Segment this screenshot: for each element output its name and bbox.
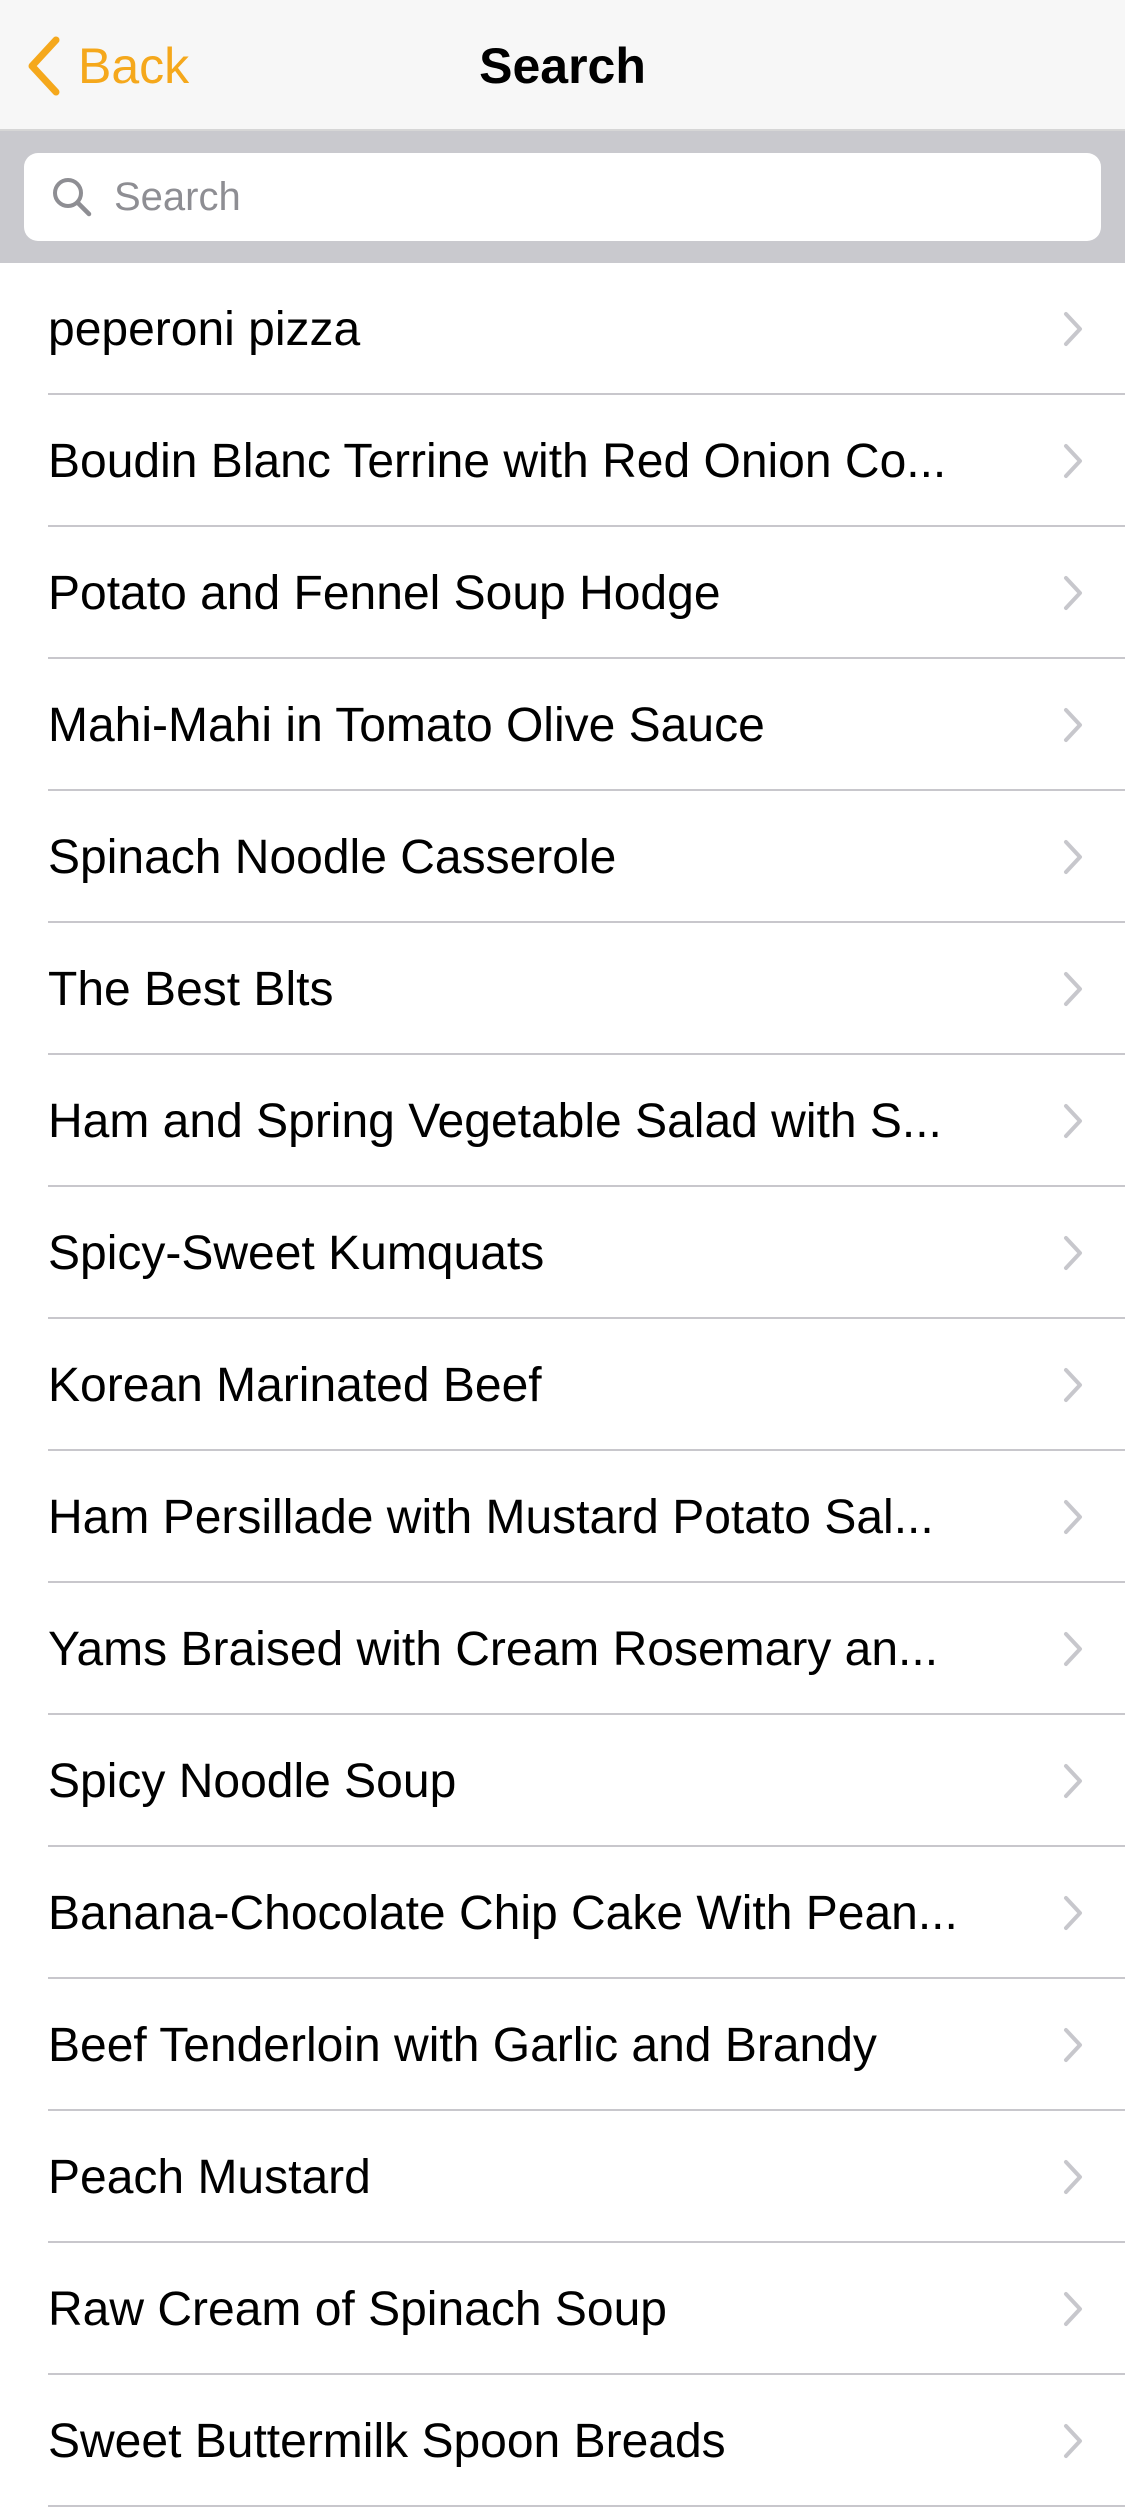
chevron-left-icon <box>24 34 64 98</box>
search-icon <box>50 175 94 219</box>
list-item-label: Sweet Buttermilk Spoon Breads <box>48 2414 726 2468</box>
list-item[interactable]: Mahi-Mahi in Tomato Olive Sauce <box>0 659 1125 791</box>
list-item[interactable]: Ham and Spring Vegetable Salad with S... <box>0 1055 1125 1187</box>
list-item-label: Peach Mustard <box>48 2150 371 2204</box>
chevron-right-icon <box>1061 967 1085 1011</box>
chevron-right-icon <box>1061 2023 1085 2067</box>
chevron-right-icon <box>1061 2419 1085 2463</box>
list-item[interactable]: Beef Tenderloin with Garlic and Brandy <box>0 1979 1125 2111</box>
list-item[interactable]: Yams Braised with Cream Rosemary an... <box>0 1583 1125 1715</box>
list-item-label: Beef Tenderloin with Garlic and Brandy <box>48 2018 877 2072</box>
list-item[interactable]: Peach Mustard <box>0 2111 1125 2243</box>
list-item-label: Potato and Fennel Soup Hodge <box>48 566 721 620</box>
list-item[interactable]: Raw Cream of Spinach Soup <box>0 2243 1125 2375</box>
list-item[interactable]: Spicy Noodle Soup <box>0 1715 1125 1847</box>
list-item[interactable]: Potato and Fennel Soup Hodge <box>0 527 1125 659</box>
search-bar <box>0 131 1125 263</box>
list-item-label: Raw Cream of Spinach Soup <box>48 2282 667 2336</box>
recipe-list: peperoni pizza Boudin Blanc Terrine with… <box>0 263 1125 2507</box>
list-item-label: Banana-Chocolate Chip Cake With Pean... <box>48 1886 958 1940</box>
list-item-label: Mahi-Mahi in Tomato Olive Sauce <box>48 698 765 752</box>
search-field[interactable] <box>24 153 1101 241</box>
list-item[interactable]: Spinach Noodle Casserole <box>0 791 1125 923</box>
list-item[interactable]: Banana-Chocolate Chip Cake With Pean... <box>0 1847 1125 1979</box>
back-button[interactable]: Back <box>24 0 189 131</box>
list-item[interactable]: Ham Persillade with Mustard Potato Sal..… <box>0 1451 1125 1583</box>
chevron-right-icon <box>1061 1759 1085 1803</box>
list-item-label: Yams Braised with Cream Rosemary an... <box>48 1622 939 1676</box>
chevron-right-icon <box>1061 1099 1085 1143</box>
list-item-label: Ham Persillade with Mustard Potato Sal..… <box>48 1490 934 1544</box>
list-item-label: Boudin Blanc Terrine with Red Onion Co..… <box>48 434 947 488</box>
chevron-right-icon <box>1061 439 1085 483</box>
chevron-right-icon <box>1061 703 1085 747</box>
search-input[interactable] <box>114 167 1101 227</box>
chevron-right-icon <box>1061 835 1085 879</box>
list-item-label: Spicy Noodle Soup <box>48 1754 457 1808</box>
list-item[interactable]: Sweet Buttermilk Spoon Breads <box>0 2375 1125 2507</box>
chevron-right-icon <box>1061 1363 1085 1407</box>
chevron-right-icon <box>1061 1231 1085 1275</box>
list-item-label: peperoni pizza <box>48 302 361 356</box>
list-item[interactable]: Boudin Blanc Terrine with Red Onion Co..… <box>0 395 1125 527</box>
list-item[interactable]: peperoni pizza <box>0 263 1125 395</box>
chevron-right-icon <box>1061 571 1085 615</box>
chevron-right-icon <box>1061 1495 1085 1539</box>
chevron-right-icon <box>1061 307 1085 351</box>
back-label: Back <box>78 37 190 94</box>
list-item[interactable]: Korean Marinated Beef <box>0 1319 1125 1451</box>
list-item-label: Spinach Noodle Casserole <box>48 830 617 884</box>
chevron-right-icon <box>1061 1891 1085 1935</box>
list-item-label: Spicy-Sweet Kumquats <box>48 1226 545 1280</box>
list-item[interactable]: The Best Blts <box>0 923 1125 1055</box>
list-item-label: The Best Blts <box>48 962 334 1016</box>
chevron-right-icon <box>1061 2287 1085 2331</box>
list-item-label: Korean Marinated Beef <box>48 1358 542 1412</box>
list-item-label: Ham and Spring Vegetable Salad with S... <box>48 1094 942 1148</box>
navigation-bar: Back Search <box>0 0 1125 131</box>
chevron-right-icon <box>1061 2155 1085 2199</box>
list-item[interactable]: Spicy-Sweet Kumquats <box>0 1187 1125 1319</box>
chevron-right-icon <box>1061 1627 1085 1671</box>
